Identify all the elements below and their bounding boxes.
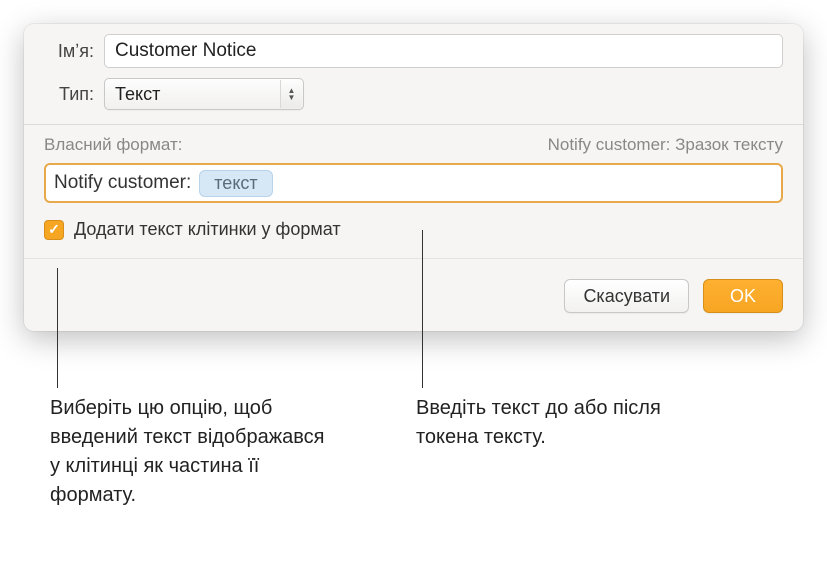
checkbox-row: ✓ Додати текст клітинки у формат <box>24 207 803 244</box>
type-select[interactable]: Текст ▲▼ <box>104 78 304 110</box>
button-row: Скасувати OK <box>24 258 803 313</box>
name-label: Імʼя: <box>44 41 104 62</box>
text-token[interactable]: текст <box>199 170 272 197</box>
format-section: Власний формат: Notify customer: Зразок … <box>24 125 803 207</box>
format-prefix-text: Notify customer: <box>54 172 191 194</box>
format-input[interactable]: Notify customer: текст <box>44 163 783 203</box>
callout-text-left: Виберіть цю опцію, щоб введений текст ві… <box>50 394 340 510</box>
callout-line-right <box>422 230 423 388</box>
include-cell-text-checkbox[interactable]: ✓ <box>44 220 64 240</box>
type-row: Тип: Текст ▲▼ <box>24 74 803 116</box>
callout-line-left <box>57 268 58 388</box>
type-select-value: Текст <box>104 78 304 110</box>
name-row: Імʼя: <box>24 24 803 74</box>
check-icon: ✓ <box>48 221 60 238</box>
callout-text-right: Введіть текст до або після токена тексту… <box>416 394 676 452</box>
name-input[interactable] <box>104 34 783 68</box>
chevron-up-down-icon: ▲▼ <box>280 80 302 108</box>
custom-format-dialog: Імʼя: Тип: Текст ▲▼ Власний формат: Noti… <box>24 24 803 331</box>
type-label: Тип: <box>44 84 104 105</box>
format-header: Власний формат: Notify customer: Зразок … <box>44 135 783 155</box>
cancel-button[interactable]: Скасувати <box>564 279 689 313</box>
format-header-right: Notify customer: Зразок тексту <box>548 135 783 155</box>
checkbox-label: Додати текст клітинки у формат <box>74 219 341 240</box>
format-header-left: Власний формат: <box>44 135 183 155</box>
ok-button[interactable]: OK <box>703 279 783 313</box>
